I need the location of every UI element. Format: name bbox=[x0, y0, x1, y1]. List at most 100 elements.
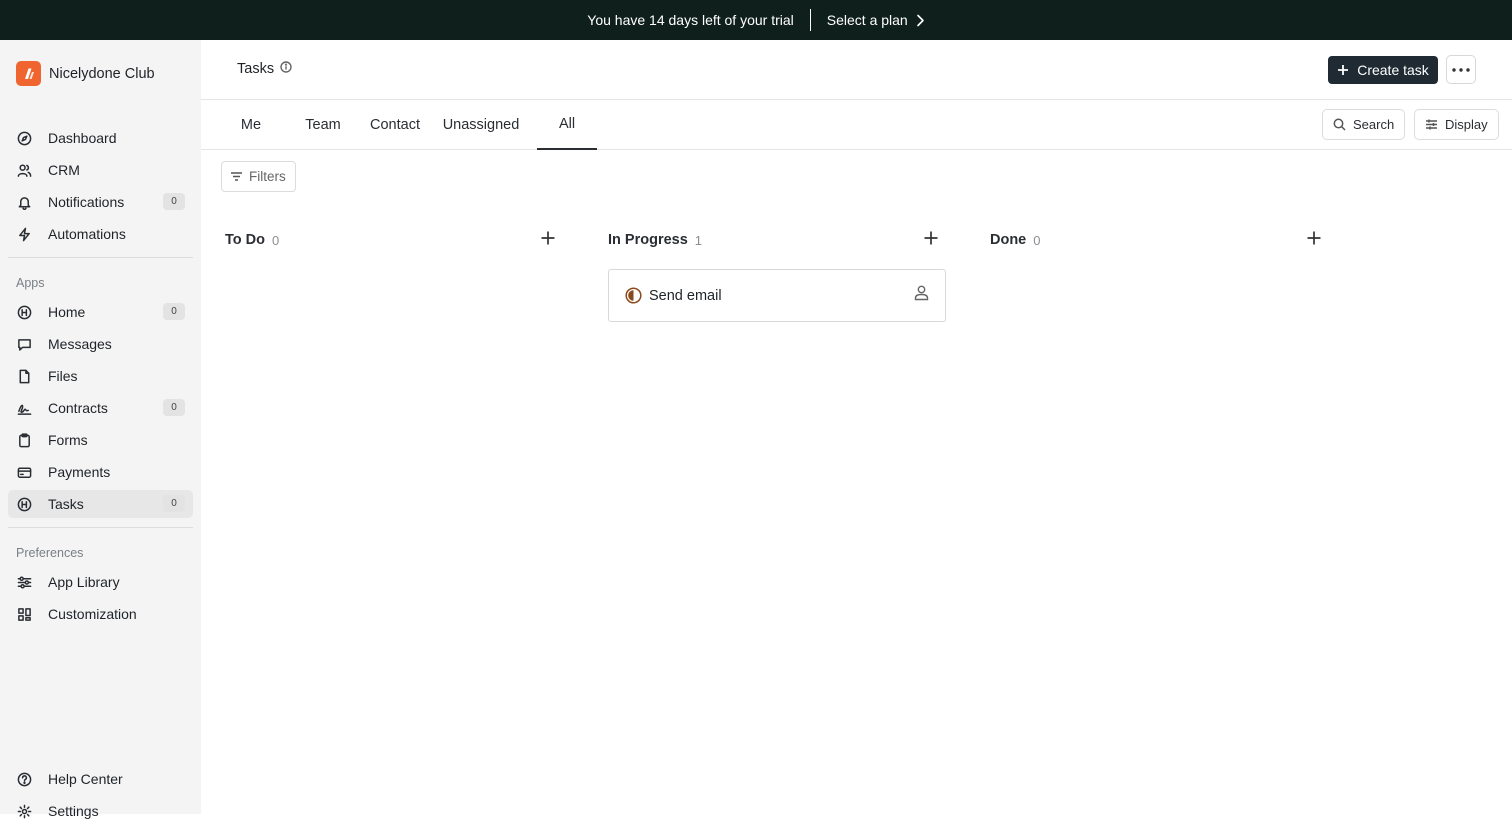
sidebar-divider bbox=[8, 527, 193, 528]
filters-label: Filters bbox=[249, 169, 286, 184]
sidebar-item-tasks[interactable]: Tasks 0 bbox=[8, 490, 193, 518]
column-count: 0 bbox=[272, 232, 280, 248]
sidebar-item-label: CRM bbox=[48, 162, 80, 178]
column-header-in-progress: In Progress 1 bbox=[608, 229, 702, 251]
sidebar-item-label: App Library bbox=[48, 574, 120, 590]
column-count: 1 bbox=[694, 232, 703, 248]
column-header-done: Done 0 bbox=[990, 229, 1040, 251]
credit-card-icon bbox=[16, 464, 32, 480]
home-count-badge: 0 bbox=[163, 303, 185, 320]
sidebar-item-label: Settings bbox=[48, 803, 99, 819]
more-options-button[interactable] bbox=[1446, 55, 1476, 84]
column-title: To Do bbox=[225, 232, 265, 248]
add-todo-task-button[interactable] bbox=[540, 230, 558, 248]
sidebar: Nicelydone Club Dashboard CRM Notificati… bbox=[0, 40, 201, 819]
sidebar-item-label: Forms bbox=[48, 432, 88, 448]
sidebar-item-app-library[interactable]: App Library bbox=[8, 568, 193, 596]
contracts-count-badge: 0 bbox=[163, 399, 185, 416]
workspace-logo bbox=[16, 61, 41, 86]
sidebar-item-settings[interactable]: Settings bbox=[8, 797, 193, 825]
sidebar-item-payments[interactable]: Payments bbox=[8, 458, 193, 486]
plus-icon bbox=[541, 231, 555, 245]
signature-icon bbox=[16, 400, 32, 416]
page-header: Tasks Create task bbox=[201, 40, 1512, 100]
in-progress-status-icon bbox=[625, 287, 642, 304]
sidebar-item-help-center[interactable]: Help Center bbox=[8, 765, 193, 793]
sidebar-item-label: Notifications bbox=[48, 194, 125, 210]
main-content: Tasks Create task Me Team Contact Unassi… bbox=[201, 40, 1512, 814]
tab-all[interactable]: All bbox=[537, 100, 597, 150]
compass-icon bbox=[16, 130, 32, 146]
plus-icon bbox=[1307, 231, 1321, 245]
apps-section-heading: Apps bbox=[16, 276, 45, 290]
sidebar-item-label: Help Center bbox=[48, 771, 123, 787]
column-title: In Progress bbox=[608, 232, 688, 248]
page-title-text: Tasks bbox=[237, 61, 275, 77]
bell-icon bbox=[16, 194, 32, 210]
select-plan-link[interactable]: Select a plan bbox=[827, 12, 925, 28]
more-horizontal-icon bbox=[1452, 67, 1470, 72]
create-task-button[interactable]: Create task bbox=[1328, 56, 1438, 84]
sidebar-item-files[interactable]: Files bbox=[8, 362, 193, 390]
tab-team[interactable]: Team bbox=[299, 100, 347, 150]
search-button[interactable]: Search bbox=[1322, 109, 1406, 140]
clipboard-icon bbox=[16, 432, 32, 448]
task-card[interactable]: Send email bbox=[608, 269, 946, 322]
add-done-task-button[interactable] bbox=[1306, 230, 1324, 248]
trial-banner: You have 14 days left of your trial Sele… bbox=[0, 0, 1512, 40]
sliders-icon bbox=[16, 574, 32, 590]
search-icon bbox=[1333, 118, 1346, 131]
sidebar-divider bbox=[8, 257, 193, 258]
gear-icon bbox=[16, 803, 32, 819]
column-count: 0 bbox=[1033, 232, 1041, 248]
tab-me[interactable]: Me bbox=[229, 100, 273, 150]
sidebar-item-dashboard[interactable]: Dashboard bbox=[8, 124, 193, 152]
sidebar-item-customization[interactable]: Customization bbox=[8, 600, 193, 628]
create-task-label: Create task bbox=[1357, 62, 1429, 78]
display-label: Display bbox=[1445, 117, 1488, 132]
sidebar-item-label: Files bbox=[48, 368, 78, 384]
sidebar-item-notifications[interactable]: Notifications 0 bbox=[8, 188, 193, 216]
page-title: Tasks bbox=[237, 61, 292, 77]
sidebar-item-forms[interactable]: Forms bbox=[8, 426, 193, 454]
filter-icon bbox=[231, 172, 242, 181]
filters-button[interactable]: Filters bbox=[221, 161, 296, 192]
workspace-switcher[interactable]: Nicelydone Club bbox=[16, 61, 155, 86]
grid-icon bbox=[16, 606, 32, 622]
sidebar-item-label: Contracts bbox=[48, 400, 108, 416]
lightning-icon bbox=[16, 226, 32, 242]
tab-contact[interactable]: Contact bbox=[367, 100, 423, 150]
chevron-right-icon bbox=[916, 14, 924, 26]
tasks-count-badge: 0 bbox=[163, 495, 185, 512]
workspace-name: Nicelydone Club bbox=[49, 65, 155, 82]
sidebar-item-label: Customization bbox=[48, 606, 137, 622]
users-icon bbox=[16, 162, 32, 178]
sidebar-item-contracts[interactable]: Contracts 0 bbox=[8, 394, 193, 422]
task-title: Send email bbox=[649, 287, 722, 304]
column-title: Done bbox=[990, 232, 1027, 248]
display-button[interactable]: Display bbox=[1414, 109, 1499, 140]
tab-unassigned[interactable]: Unassigned bbox=[439, 100, 523, 150]
sidebar-item-label: Automations bbox=[48, 226, 126, 242]
plus-icon bbox=[1338, 65, 1349, 75]
assignee-tabs: Me Team Contact Unassigned All Search Di… bbox=[201, 100, 1512, 150]
file-icon bbox=[16, 368, 32, 384]
sidebar-item-home[interactable]: Home 0 bbox=[8, 298, 193, 326]
sidebar-item-crm[interactable]: CRM bbox=[8, 156, 193, 184]
sidebar-item-label: Home bbox=[48, 304, 86, 320]
sidebar-item-label: Tasks bbox=[48, 496, 84, 512]
sidebar-item-label: Payments bbox=[48, 464, 111, 480]
info-icon[interactable] bbox=[280, 61, 292, 77]
message-icon bbox=[16, 336, 32, 352]
sidebar-item-label: Messages bbox=[48, 336, 112, 352]
add-in-progress-task-button[interactable] bbox=[923, 230, 941, 248]
search-label: Search bbox=[1353, 117, 1395, 132]
sidebar-item-automations[interactable]: Automations bbox=[8, 220, 193, 248]
column-header-todo: To Do 0 bbox=[225, 229, 279, 251]
home-app-icon bbox=[16, 304, 32, 320]
help-icon bbox=[16, 771, 32, 787]
tasks-app-icon bbox=[16, 496, 32, 512]
sidebar-item-messages[interactable]: Messages bbox=[8, 330, 193, 358]
preferences-section-heading: Preferences bbox=[16, 546, 84, 560]
assignee-icon[interactable] bbox=[913, 284, 931, 302]
